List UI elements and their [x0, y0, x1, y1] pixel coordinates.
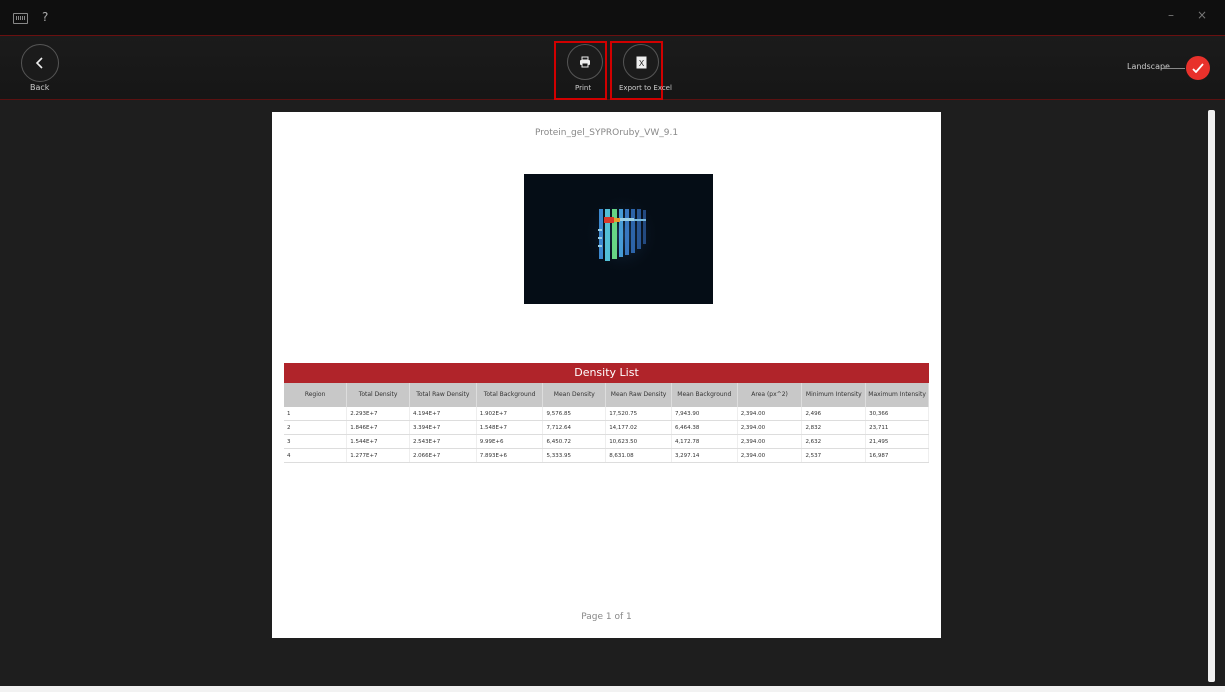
gel-image — [524, 174, 713, 304]
column-header: Total Raw Density — [409, 383, 477, 407]
table-row: 3 1.544E+7 2.543E+7 9.99E+6 6,450.72 10,… — [284, 434, 929, 449]
table-cell: 7,943.90 — [671, 407, 738, 421]
table-cell: 2,394.00 — [737, 448, 803, 463]
export-excel-label: Export to Excel — [619, 84, 672, 92]
landscape-label: Landscape — [1127, 62, 1170, 71]
table-cell: 2 — [284, 420, 348, 435]
table-cell: 5,333.95 — [542, 448, 607, 463]
table-cell: 2,394.00 — [737, 434, 803, 449]
column-header: Mean Raw Density — [605, 383, 672, 407]
table-row: 1 2.293E+7 4.194E+7 1.902E+7 9,576.85 17… — [284, 407, 929, 421]
report-page-preview: Protein_gel_SYPROruby_VW_9.1 Density Lis… — [272, 112, 941, 638]
chevron-left-icon — [35, 57, 43, 69]
table-cell: 1.548E+7 — [476, 420, 544, 435]
table-cell: 2.066E+7 — [409, 448, 477, 463]
table-row: 4 1.277E+7 2.066E+7 7.893E+6 5,333.95 8,… — [284, 448, 929, 463]
close-button[interactable]: × — [1197, 8, 1207, 22]
print-button[interactable] — [567, 44, 603, 80]
table-cell: 7.893E+6 — [476, 448, 544, 463]
column-header: Total Background — [476, 383, 544, 407]
table-row: 2 1.846E+7 3.394E+7 1.548E+7 7,712.64 14… — [284, 420, 929, 435]
svg-text:X: X — [638, 59, 644, 68]
density-list-header: Density List — [284, 363, 929, 383]
column-header: Maximum Intensity — [865, 383, 929, 407]
table-cell: 8,631.08 — [605, 448, 672, 463]
column-header: Region — [284, 383, 348, 407]
table-cell: 30,366 — [865, 407, 929, 421]
table-cell: 3.394E+7 — [409, 420, 477, 435]
title-bar: ? – × — [0, 0, 1225, 35]
table-cell: 1.544E+7 — [346, 434, 410, 449]
table-cell: 9,576.85 — [542, 407, 607, 421]
table-cell: 1.846E+7 — [346, 420, 410, 435]
back-label: Back — [30, 83, 50, 92]
print-label: Print — [575, 84, 592, 92]
table-cell: 17,520.75 — [605, 407, 672, 421]
excel-icon: X — [636, 56, 646, 68]
table-cell: 1.277E+7 — [346, 448, 410, 463]
table-cell: 16,987 — [865, 448, 929, 463]
density-table: Region Total Density Total Raw Density T… — [284, 383, 929, 463]
table-cell: 6,450.72 — [542, 434, 607, 449]
toolbar: Back Print X Export to Excel Landscape — [0, 35, 1225, 100]
table-cell: 2,496 — [801, 407, 867, 421]
table-cell: 3 — [284, 434, 348, 449]
table-cell: 2.293E+7 — [346, 407, 410, 421]
table-cell: 2.543E+7 — [409, 434, 477, 449]
table-cell: 7,712.64 — [542, 420, 607, 435]
printer-icon — [580, 56, 590, 68]
column-header: Mean Density — [542, 383, 607, 407]
column-header: Total Density — [346, 383, 410, 407]
table-cell: 3,297.14 — [671, 448, 738, 463]
column-header: Mean Background — [671, 383, 738, 407]
table-cell: 23,711 — [865, 420, 929, 435]
table-cell: 10,623.50 — [605, 434, 672, 449]
keyboard-icon[interactable] — [13, 13, 28, 24]
table-cell: 6,464.38 — [671, 420, 738, 435]
table-cell: 1 — [284, 407, 348, 421]
landscape-toggle[interactable] — [1186, 56, 1210, 80]
table-cell: 9.99E+6 — [476, 434, 544, 449]
checkmark-icon — [1192, 63, 1204, 73]
landscape-connector — [1163, 68, 1185, 69]
gel-image-graphic — [584, 194, 659, 274]
column-header: Minimum Intensity — [801, 383, 867, 407]
table-cell: 2,394.00 — [737, 420, 803, 435]
table-cell: 2,394.00 — [737, 407, 803, 421]
back-button[interactable] — [21, 44, 59, 82]
table-cell: 2,537 — [801, 448, 867, 463]
table-cell: 4 — [284, 448, 348, 463]
table-header-row: Region Total Density Total Raw Density T… — [284, 383, 929, 407]
table-cell: 14,177.02 — [605, 420, 672, 435]
table-cell: 4.194E+7 — [409, 407, 477, 421]
column-header: Area (px^2) — [737, 383, 803, 407]
minimize-button[interactable]: – — [1168, 8, 1174, 22]
page-number: Page 1 of 1 — [581, 612, 632, 622]
table-cell: 21,495 — [865, 434, 929, 449]
export-excel-button[interactable]: X — [623, 44, 659, 80]
vertical-scrollbar[interactable] — [1208, 110, 1215, 682]
table-cell: 2,632 — [801, 434, 867, 449]
document-title: Protein_gel_SYPROruby_VW_9.1 — [534, 128, 679, 138]
table-cell: 2,832 — [801, 420, 867, 435]
table-cell: 1.902E+7 — [476, 407, 544, 421]
table-cell: 4,172.78 — [671, 434, 738, 449]
help-button[interactable]: ? — [42, 10, 48, 24]
bottom-strip — [0, 686, 1225, 692]
